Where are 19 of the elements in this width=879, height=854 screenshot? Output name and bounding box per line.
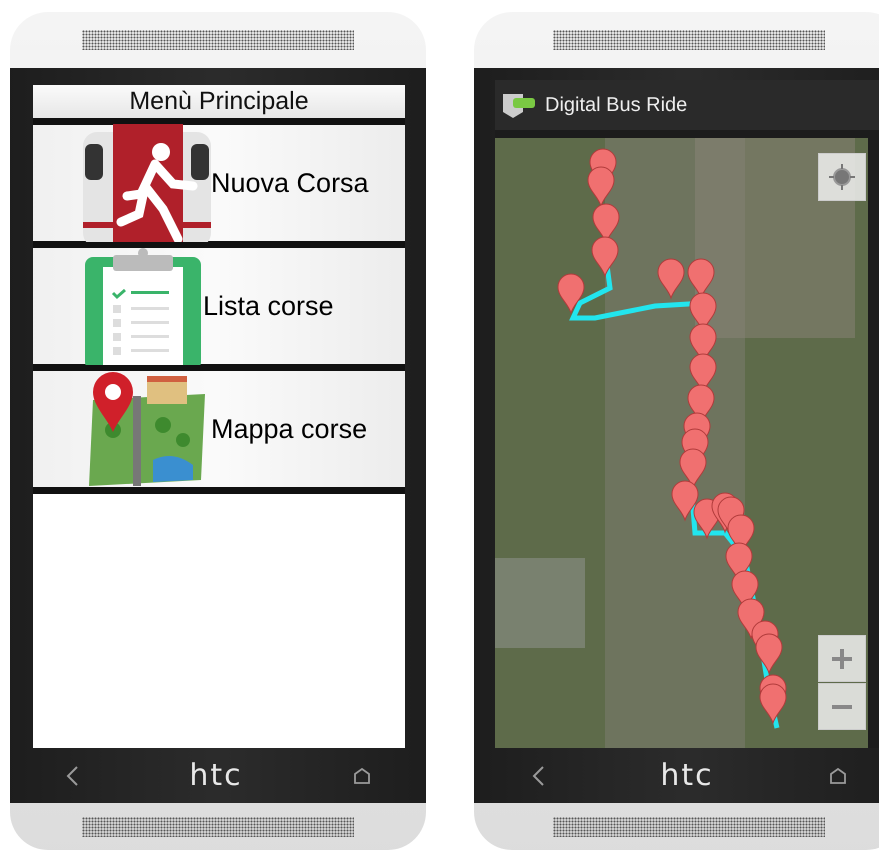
back-icon[interactable] (65, 764, 80, 786)
minus-icon (832, 704, 852, 710)
crosshair-icon (829, 164, 855, 190)
menu-item[interactable]: Mappa corse (33, 371, 405, 494)
runner-icon (83, 124, 211, 242)
my-location-button[interactable] (818, 153, 866, 201)
brand-logo: htc (189, 760, 243, 790)
plus-icon (832, 648, 852, 668)
zoom-out-button[interactable] (818, 683, 866, 730)
menu-title: Menù Principale (33, 85, 405, 125)
back-icon[interactable] (531, 764, 546, 786)
brand-logo: htc (660, 760, 714, 790)
app-title: Digital Bus Ride (545, 93, 688, 118)
clipboard-icon (83, 247, 203, 365)
menu-item[interactable]: Lista corse (33, 248, 405, 371)
home-icon[interactable] (352, 766, 371, 784)
menu-item[interactable]: Nuova Corsa (33, 125, 405, 248)
zoom-in-button[interactable] (818, 635, 866, 682)
home-icon[interactable] (828, 766, 847, 784)
